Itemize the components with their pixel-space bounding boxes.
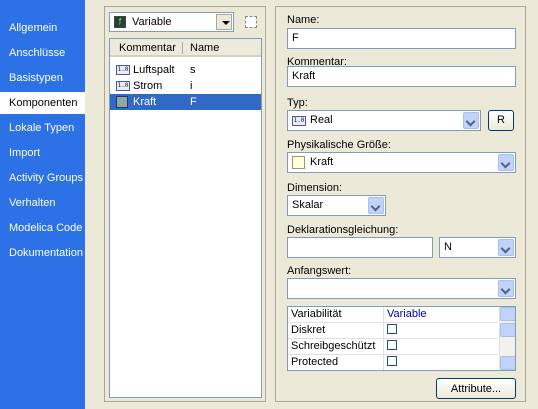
declaration-equation-field[interactable] [287, 237, 433, 258]
dimension-combo[interactable]: Skalar [287, 195, 386, 216]
schreibgeschuetzt-checkbox[interactable] [387, 340, 397, 350]
property-label: Variabilität [291, 308, 342, 320]
chevron-down-icon[interactable] [498, 154, 514, 171]
list-item-name: s [190, 64, 196, 76]
initial-value-label: Anfangswert: [287, 265, 352, 277]
property-value[interactable]: Variable [387, 308, 427, 320]
sidebar-item-verhalten[interactable]: Verhalten [0, 192, 85, 214]
scale-icon [292, 156, 305, 169]
scroll-down-icon[interactable] [500, 356, 515, 370]
property-row[interactable]: Schreibgeschützt [288, 339, 498, 355]
column-divider[interactable] [182, 42, 183, 54]
list-item-comment: Strom [133, 80, 163, 92]
sidebar-item-komponenten[interactable]: Komponenten [0, 92, 85, 114]
property-label: Schreibgeschützt [291, 340, 376, 352]
column-header-kommentar[interactable]: Kommentar [119, 42, 176, 54]
property-label: Protected [291, 356, 339, 368]
list-header: Kommentar Name [110, 39, 261, 57]
initial-value-combo[interactable] [287, 278, 516, 299]
physical-quantity-label: Physikalische Größe: [287, 139, 391, 151]
diskret-checkbox[interactable] [387, 324, 397, 334]
chevron-down-icon[interactable] [498, 280, 514, 297]
attributes-button-label: Attribute... [450, 383, 502, 395]
real-type-icon: 1.0 [116, 81, 130, 91]
variable-icon: ƒ [114, 16, 126, 28]
property-grid: Variabilität Variable Diskret Schreibges… [287, 306, 516, 371]
component-list: Kommentar Name 1.0 Luftspalt s 1.0 Strom… [109, 38, 262, 398]
force-type-icon [116, 96, 128, 108]
physical-quantity-combo[interactable]: Kraft [287, 152, 516, 173]
sidebar-item-activity-groups[interactable]: Activity Groups [0, 167, 85, 189]
component-properties-panel: Name: F Kommentar: Kraft Typ: 1.0 Real R… [275, 6, 526, 402]
property-row[interactable]: Protected [288, 355, 498, 370]
sidebar-item-lokale-typen[interactable]: Lokale Typen [0, 117, 85, 139]
filter-combo[interactable]: ƒ Variable [109, 12, 234, 32]
chevron-down-icon[interactable] [463, 112, 479, 129]
chevron-down-icon[interactable] [368, 197, 384, 214]
protected-checkbox[interactable] [387, 356, 397, 366]
scroll-thumb[interactable] [500, 323, 515, 337]
list-item-selected[interactable]: Kraft F [110, 94, 261, 110]
dimension-label: Dimension: [287, 182, 343, 194]
property-row[interactable]: Diskret [288, 323, 498, 339]
list-item[interactable]: 1.0 Luftspalt s [110, 62, 261, 78]
property-label: Diskret [291, 324, 326, 336]
unit-combo[interactable]: N [439, 237, 516, 258]
column-header-name[interactable]: Name [190, 42, 219, 54]
list-item[interactable]: 1.0 Strom i [110, 78, 261, 94]
attributes-button[interactable]: Attribute... [436, 378, 516, 399]
list-item-comment: Kraft [133, 96, 157, 108]
filter-value: Variable [132, 16, 172, 28]
property-grid-scrollbar[interactable] [499, 307, 515, 370]
sidebar-nav: Allgemein Anschlüsse Basistypen Komponen… [0, 0, 85, 409]
sidebar-item-allgemein[interactable]: Allgemein [0, 17, 85, 39]
scroll-up-icon[interactable] [500, 307, 515, 321]
sidebar-item-basistypen[interactable]: Basistypen [0, 67, 85, 89]
grid-divider [383, 307, 384, 370]
comment-value: Kraft [292, 70, 316, 82]
sidebar-item-dokumentation[interactable]: Dokumentation [0, 242, 85, 264]
list-item-name: i [190, 80, 193, 92]
physical-quantity-value: Kraft [310, 156, 334, 168]
chevron-down-icon[interactable] [498, 239, 514, 256]
type-label: Typ: [287, 97, 308, 109]
chevron-down-icon[interactable] [216, 14, 232, 30]
property-row[interactable]: Variabilität Variable [288, 307, 498, 323]
type-r-button[interactable]: R [488, 110, 514, 131]
dimension-value: Skalar [292, 199, 324, 211]
name-label: Name: [287, 14, 320, 26]
new-item-icon[interactable] [245, 16, 257, 28]
sidebar-item-modelica-code[interactable]: Modelica Code [0, 217, 85, 239]
type-value: Real [310, 114, 333, 126]
real-type-icon: 1.0 [116, 65, 130, 75]
comment-field[interactable]: Kraft [287, 66, 516, 87]
component-list-panel: ƒ Variable Kommentar Name 1.0 Luftspalt … [104, 6, 266, 402]
sidebar-item-import[interactable]: Import [0, 142, 85, 164]
name-field[interactable]: F [287, 28, 516, 49]
type-combo[interactable]: 1.0 Real [287, 110, 481, 131]
name-value: F [292, 32, 299, 44]
sidebar-item-anschluesse[interactable]: Anschlüsse [0, 42, 85, 64]
declaration-equation-label: Deklarationsgleichung: [287, 224, 399, 236]
unit-value: N [444, 241, 452, 253]
list-item-comment: Luftspalt [133, 64, 175, 76]
real-type-icon: 1.0 [292, 116, 306, 126]
list-item-name: F [190, 96, 197, 108]
